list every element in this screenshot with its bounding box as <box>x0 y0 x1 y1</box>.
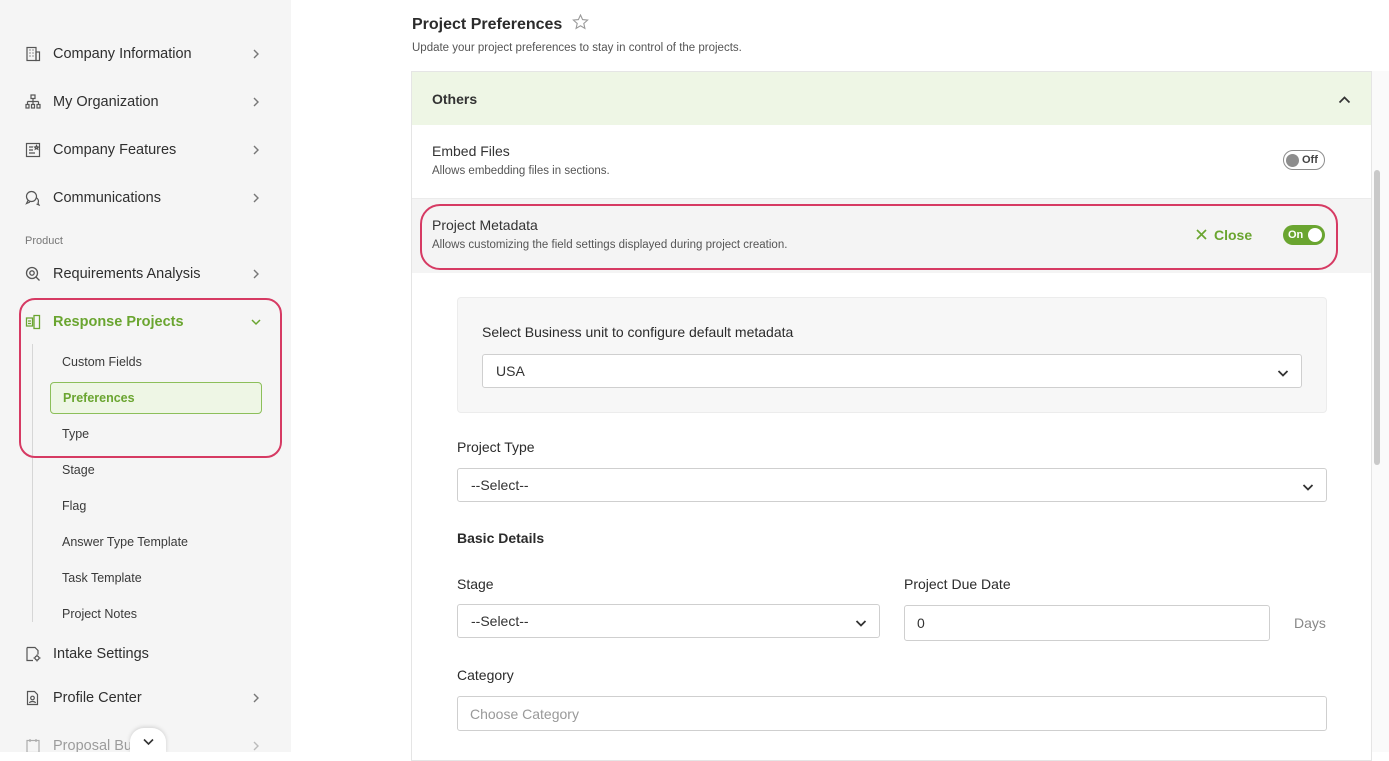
stage-value: --Select-- <box>471 613 529 629</box>
nav-label: Company Features <box>53 142 177 158</box>
toggle-label: Off <box>1302 154 1318 166</box>
chevron-down-icon <box>855 615 867 631</box>
sub-item-project-notes[interactable]: Project Notes <box>50 598 262 630</box>
page-title-text: Project Preferences <box>412 15 563 33</box>
nav-label: Requirements Analysis <box>53 266 201 282</box>
sub-item-task-template[interactable]: Task Template <box>50 562 262 594</box>
project-type-value: --Select-- <box>471 477 529 493</box>
project-metadata-title: Project Metadata <box>432 217 538 233</box>
others-panel-header[interactable]: Others <box>412 72 1371 125</box>
submenu-guide-line <box>32 344 33 622</box>
project-metadata-toggle[interactable]: On <box>1283 225 1325 245</box>
chevron-down-icon <box>1302 479 1314 495</box>
nav-intake-settings[interactable]: Intake Settings <box>0 634 291 674</box>
profile-document-icon <box>24 689 42 707</box>
toggle-knob <box>1308 228 1322 242</box>
nav-label: Intake Settings <box>53 646 149 662</box>
panel-title: Others <box>432 90 478 107</box>
basic-details-heading: Basic Details <box>457 530 545 546</box>
business-unit-label: Select Business unit to configure defaul… <box>482 324 794 340</box>
nav-profile-center[interactable]: Profile Center <box>0 678 291 718</box>
embed-files-title: Embed Files <box>432 143 510 159</box>
star-icon[interactable] <box>572 13 590 35</box>
due-date-unit: Days <box>1294 615 1326 631</box>
close-label: Close <box>1214 227 1253 243</box>
toggle-label: On <box>1288 229 1304 241</box>
magnifier-icon <box>24 265 42 283</box>
chevron-down-icon <box>1277 365 1289 381</box>
chevron-right-icon <box>250 268 262 280</box>
chevron-right-icon <box>250 740 262 752</box>
business-unit-value: USA <box>496 363 525 379</box>
embed-files-row: Embed Files Allows embedding files in se… <box>412 125 1371 199</box>
embed-files-toggle[interactable]: Off <box>1283 150 1325 170</box>
project-due-date-value: 0 <box>917 615 925 631</box>
nav-company-features[interactable]: Company Features <box>0 130 291 170</box>
embed-files-description: Allows embedding files in sections. <box>432 165 610 177</box>
nav-communications[interactable]: Communications <box>0 178 291 218</box>
business-unit-select[interactable]: USA <box>482 354 1302 388</box>
sidebar: Company Information My Organization Comp… <box>0 0 291 752</box>
sub-item-answer-type-template[interactable]: Answer Type Template <box>50 526 262 558</box>
chat-bubbles-icon <box>24 189 42 207</box>
sub-item-flag[interactable]: Flag <box>50 490 262 522</box>
page-subtitle: Update your project preferences to stay … <box>412 42 742 54</box>
category-placeholder: Choose Category <box>470 705 579 722</box>
sidebar-section-label: Product <box>25 235 63 247</box>
nav-company-information[interactable]: Company Information <box>0 34 291 74</box>
project-due-date-input[interactable]: 0 <box>904 605 1270 641</box>
project-due-date-label: Project Due Date <box>904 576 1011 592</box>
chevron-right-icon <box>250 692 262 704</box>
chevron-down-icon <box>142 733 154 751</box>
proposal-icon <box>24 737 42 752</box>
chevron-right-icon <box>250 96 262 108</box>
toggle-knob <box>1286 153 1299 167</box>
nav-label: Response Projects <box>53 314 184 330</box>
close-icon <box>1196 227 1207 243</box>
intake-settings-icon <box>24 645 42 663</box>
project-type-label: Project Type <box>457 439 535 455</box>
chevron-right-icon <box>250 144 262 156</box>
category-label: Category <box>457 667 514 683</box>
sub-item-type[interactable]: Type <box>50 418 262 450</box>
sub-item-stage[interactable]: Stage <box>50 454 262 486</box>
chevron-right-icon <box>250 48 262 60</box>
nav-requirements-analysis[interactable]: Requirements Analysis <box>0 254 291 294</box>
sidebar-scroll-down-button[interactable] <box>130 728 166 752</box>
chevron-up-icon[interactable] <box>1338 91 1351 107</box>
building-icon <box>24 45 42 63</box>
nav-label: Company Information <box>53 46 192 62</box>
chevron-right-icon <box>250 192 262 204</box>
scrollbar-thumb[interactable] <box>1374 170 1380 465</box>
org-chart-icon <box>24 93 42 111</box>
nav-label: Proposal Bu <box>53 738 132 752</box>
response-projects-icon <box>24 313 42 331</box>
category-input[interactable]: Choose Category <box>457 696 1327 731</box>
chevron-down-icon <box>250 316 262 328</box>
nav-label: Profile Center <box>53 690 142 706</box>
page-title: Project Preferences <box>412 13 590 35</box>
nav-label: Communications <box>53 190 161 206</box>
project-metadata-row: Project Metadata Allows customizing the … <box>412 199 1371 273</box>
sub-item-preferences[interactable]: Preferences <box>50 382 262 414</box>
nav-label: My Organization <box>53 94 159 110</box>
sub-item-custom-fields[interactable]: Custom Fields <box>50 346 262 378</box>
nav-response-projects[interactable]: Response Projects <box>0 302 291 342</box>
close-metadata-button[interactable]: Close <box>1196 227 1252 243</box>
project-metadata-description: Allows customizing the field settings di… <box>432 239 788 251</box>
feature-list-icon <box>24 141 42 159</box>
stage-label: Stage <box>457 576 494 592</box>
project-type-select[interactable]: --Select-- <box>457 468 1327 502</box>
stage-select[interactable]: --Select-- <box>457 604 880 638</box>
nav-my-organization[interactable]: My Organization <box>0 82 291 122</box>
